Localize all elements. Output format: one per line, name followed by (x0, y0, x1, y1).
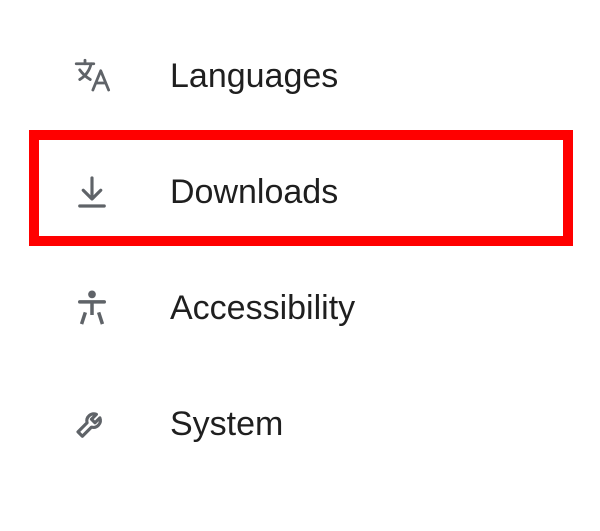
accessibility-icon (68, 284, 116, 332)
sidebar-item-languages[interactable]: Languages (50, 18, 600, 134)
sidebar-item-downloads[interactable]: Downloads (50, 134, 600, 250)
wrench-icon (68, 400, 116, 448)
download-icon (68, 168, 116, 216)
sidebar-item-accessibility[interactable]: Accessibility (50, 250, 600, 366)
translate-icon (68, 52, 116, 100)
sidebar-item-label: System (170, 405, 283, 444)
sidebar-item-label: Languages (170, 57, 338, 96)
sidebar-item-label: Downloads (170, 173, 338, 212)
settings-sidebar: Languages Downloads Accessibility (0, 0, 600, 482)
sidebar-item-label: Accessibility (170, 289, 355, 328)
sidebar-item-system[interactable]: System (50, 366, 600, 482)
